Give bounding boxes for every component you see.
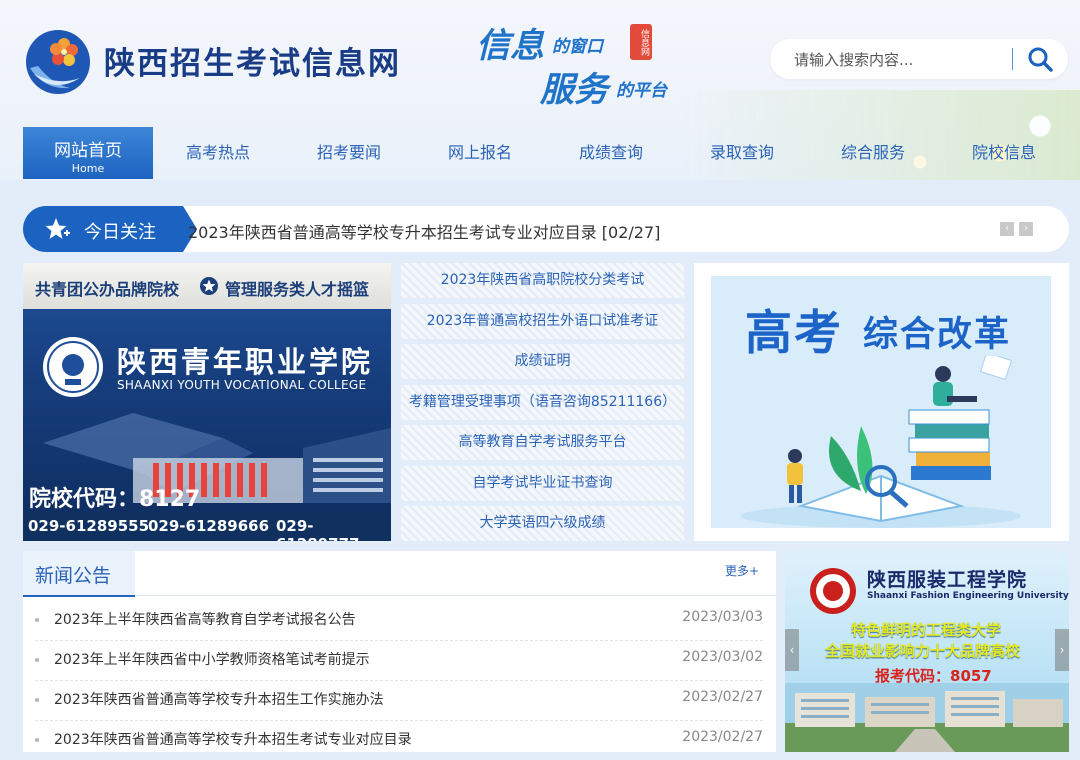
nav-item-score-query[interactable]: 成绩查询 bbox=[546, 127, 676, 179]
reading-illustration bbox=[741, 356, 1021, 528]
nav-item-exam-news[interactable]: 招考要闻 bbox=[284, 127, 414, 179]
bullet-dot-icon bbox=[35, 738, 39, 742]
nav-item-admission-query[interactable]: 录取查询 bbox=[677, 127, 807, 179]
quick-link-score-certificate[interactable]: 成绩证明 bbox=[401, 344, 684, 379]
ad-next-arrow[interactable]: › bbox=[1055, 629, 1069, 671]
quick-link-diploma-query[interactable]: 自学考试毕业证书查询 bbox=[401, 466, 684, 501]
quick-link-registry-management[interactable]: 考籍管理受理事项（语音咨询85211166） bbox=[401, 385, 684, 420]
reform-title-gaokao: 高考 bbox=[745, 306, 843, 361]
quick-link-self-study-platform[interactable]: 高等教育自学考试服务平台 bbox=[401, 425, 684, 460]
search-icon[interactable] bbox=[1024, 45, 1056, 73]
star-badge-icon bbox=[200, 277, 218, 295]
bullet-dot-icon bbox=[35, 698, 39, 702]
news-item-date: 2023/03/02 bbox=[682, 649, 763, 665]
site-logo-icon[interactable] bbox=[24, 28, 92, 96]
nav-item-label: 网站首页 bbox=[54, 141, 122, 161]
school-seal-icon bbox=[43, 337, 103, 397]
search-input[interactable] bbox=[792, 47, 1016, 73]
gaokao-reform-banner[interactable]: 高考 综合改革 bbox=[694, 263, 1069, 541]
banner-school-code: 院校代码：8127 bbox=[29, 487, 201, 512]
ticker-prev-button[interactable]: ‹ bbox=[1000, 222, 1014, 236]
banner-phone-strip: 029-61289555 029-61289666 029-61289777 bbox=[23, 513, 391, 541]
today-focus-headline[interactable]: 2023年陕西省普通高等学校专升本招生考试专业对应目录 [02/27] bbox=[188, 219, 660, 243]
nav-item-school-info[interactable]: 院校信息 bbox=[939, 127, 1069, 179]
school-ad-shaanxi-fashion[interactable]: 陕西服装工程学院 Shaanxi Fashion Engineering Uni… bbox=[785, 551, 1069, 752]
school-seal-icon bbox=[810, 568, 856, 614]
ad-prev-arrow[interactable]: ‹ bbox=[785, 629, 799, 671]
star-icon bbox=[45, 218, 70, 239]
news-more-link[interactable]: 更多+ bbox=[725, 562, 759, 579]
news-panel-title: 新闻公告 bbox=[35, 565, 112, 587]
quick-link-oral-exam-ticket[interactable]: 2023年普通高校招生外语口试准考证 bbox=[401, 304, 684, 339]
today-focus-label: 今日关注 bbox=[84, 222, 156, 243]
ticker-next-button[interactable]: › bbox=[1019, 222, 1033, 236]
banner-top-text-right: 管理服务类人才摇篮 bbox=[225, 280, 370, 299]
news-item-date: 2023/02/27 bbox=[682, 729, 763, 745]
nav-item-online-registration[interactable]: 网上报名 bbox=[415, 127, 545, 179]
news-item-title[interactable]: 2023年上半年陕西省高等教育自学考试报名公告 bbox=[54, 609, 356, 629]
news-row: 2023年上半年陕西省中小学教师资格笔试考前提示 2023/03/02 bbox=[35, 640, 763, 681]
reform-title-comprehensive: 综合改革 bbox=[863, 315, 1012, 355]
news-row: 2023年陕西省普通高等学校专升本招生考试专业对应目录 2023/02/27 bbox=[35, 720, 763, 760]
campus-photo-illustration bbox=[785, 683, 1069, 752]
ad-school-name-en: Shaanxi Fashion Engineering University bbox=[867, 591, 1069, 601]
slogan-platform-text: 的平台 bbox=[616, 81, 667, 101]
quick-link-vocational-classified-exam[interactable]: 2023年陕西省高职院校分类考试 bbox=[401, 263, 684, 298]
news-item-date: 2023/03/03 bbox=[682, 609, 763, 625]
banner-school-name: 陕西青年职业学院 bbox=[117, 345, 374, 379]
slogan-service-text: 服务 bbox=[540, 70, 608, 110]
news-announcements-panel: 新闻公告 更多+ 2023年上半年陕西省高等教育自学考试报名公告 2023/03… bbox=[23, 551, 776, 752]
search-divider bbox=[1012, 48, 1013, 70]
news-item-title[interactable]: 2023年陕西省普通高等学校专升本招生工作实施办法 bbox=[54, 689, 384, 709]
main-navigation: 网站首页 Home 高考热点 招考要闻 网上报名 成绩查询 录取查询 综合服务 … bbox=[23, 127, 1080, 179]
nav-item-sublabel: Home bbox=[71, 162, 105, 175]
bullet-dot-icon bbox=[35, 618, 39, 622]
news-row: 2023年上半年陕西省高等教育自学考试报名公告 2023/03/03 bbox=[35, 600, 763, 641]
ad-school-name: 陕西服装工程学院 bbox=[867, 569, 1028, 591]
search-box bbox=[770, 39, 1068, 79]
nav-item-home[interactable]: 网站首页 Home bbox=[23, 127, 153, 179]
school-banner-shaanxi-youth[interactable]: 共青团公办品牌院校 管理服务类人才摇篮 陕西青年职业学院 SHAANXI YOU… bbox=[23, 263, 391, 541]
banner-phone-2: 029-61289666 bbox=[148, 517, 270, 535]
ad-slogan-line-1: 特色鲜明的工程类大学 bbox=[851, 621, 1002, 639]
gaokao-reform-panel: 高考 综合改革 bbox=[711, 276, 1051, 528]
banner-top-text-left: 共青团公办品牌院校 bbox=[35, 280, 180, 299]
quick-link-cet-scores[interactable]: 大学英语四六级成绩 bbox=[401, 506, 684, 541]
bullet-dot-icon bbox=[35, 658, 39, 662]
slogan-seal: 信息网 bbox=[630, 24, 652, 60]
site-name: 陕西招生考试信息网 bbox=[104, 46, 401, 82]
news-panel-header: 新闻公告 更多+ bbox=[23, 551, 776, 597]
banner-school-name-en: SHAANXI YOUTH VOCATIONAL COLLEGE bbox=[117, 378, 367, 392]
nav-item-general-services[interactable]: 综合服务 bbox=[808, 127, 938, 179]
ad-slogan-line-2: 全国就业影响力十大品牌高校 bbox=[825, 642, 1021, 660]
banner-phone-3: 029-61289777 bbox=[276, 517, 360, 541]
news-item-title[interactable]: 2023年上半年陕西省中小学教师资格笔试考前提示 bbox=[54, 649, 370, 669]
news-item-title[interactable]: 2023年陕西省普通高等学校专升本招生考试专业对应目录 bbox=[54, 729, 412, 749]
slogan-window-text: 的窗口 bbox=[552, 37, 603, 57]
news-item-date: 2023/02/27 bbox=[682, 689, 763, 705]
news-row: 2023年陕西省普通高等学校专升本招生工作实施办法 2023/02/27 bbox=[35, 680, 763, 721]
today-focus-bar: 今日关注 2023年陕西省普通高等学校专升本招生考试专业对应目录 [02/27]… bbox=[23, 206, 1069, 252]
slogan-information-text: 信息 bbox=[476, 26, 544, 66]
banner-phone-1: 029-61289555 bbox=[28, 517, 150, 535]
nav-item-gaokao-hot[interactable]: 高考热点 bbox=[153, 127, 283, 179]
